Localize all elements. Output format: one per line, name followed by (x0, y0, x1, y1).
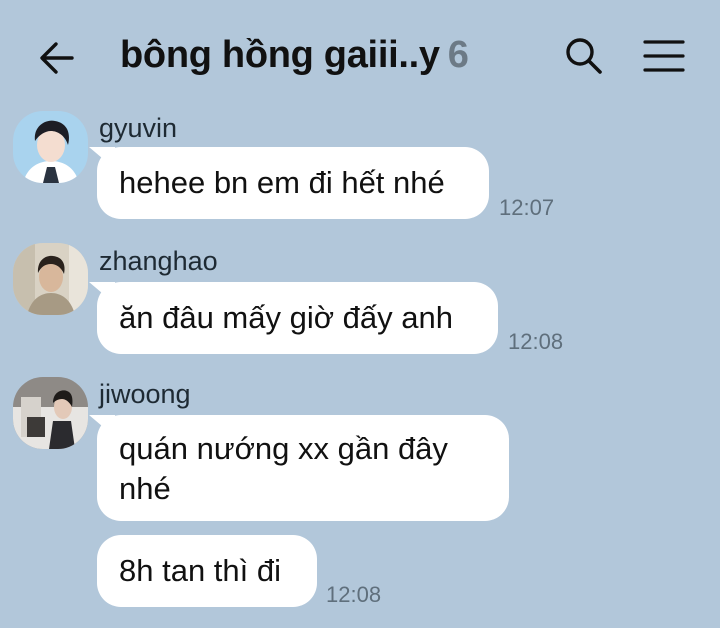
message-bubble[interactable]: hehee bn em đi hết nhé (89, 147, 489, 219)
sender-name: zhanghao (99, 246, 218, 276)
chat-header: bông hồng gaiii..y 6 (0, 0, 720, 110)
message-bubble[interactable]: quán nướng xx gần đây nhé (89, 415, 509, 521)
message-bubble[interactable]: 8h tan thì đi (97, 535, 317, 607)
bubble-tail (89, 282, 115, 304)
message-text: hehee bn em đi hết nhé (119, 165, 445, 200)
message-time: 12:08 (508, 329, 564, 354)
message-text: quán nướng xx gần đây nhé (119, 431, 448, 506)
chat-title-text: bông hồng gaiii..y (120, 34, 440, 76)
hamburger-menu-icon (643, 40, 685, 72)
search-button[interactable] (564, 36, 604, 76)
search-icon (566, 38, 602, 74)
bubble-tail (89, 415, 115, 437)
avatar-zhanghao[interactable] (13, 243, 88, 315)
message-time: 12:07 (499, 195, 555, 220)
sender-name: gyuvin (99, 113, 178, 143)
menu-button[interactable] (642, 38, 686, 74)
bubble-tail (89, 147, 115, 169)
member-count: 6 (447, 34, 469, 76)
back-button[interactable] (38, 38, 78, 78)
avatar-gyuvin[interactable] (13, 111, 88, 183)
message-bubble[interactable]: ăn đâu mấy giờ đấy anh (89, 282, 498, 354)
message-time: 12:08 (326, 582, 382, 607)
avatar-jiwoong[interactable] (13, 377, 88, 449)
arrow-left-icon (40, 42, 74, 74)
message-text: ăn đâu mấy giờ đấy anh (119, 300, 453, 335)
sender-name: jiwoong (99, 379, 191, 409)
message-text: 8h tan thì đi (119, 553, 282, 588)
chat-title: bông hồng gaiii..y 6 (120, 34, 469, 77)
